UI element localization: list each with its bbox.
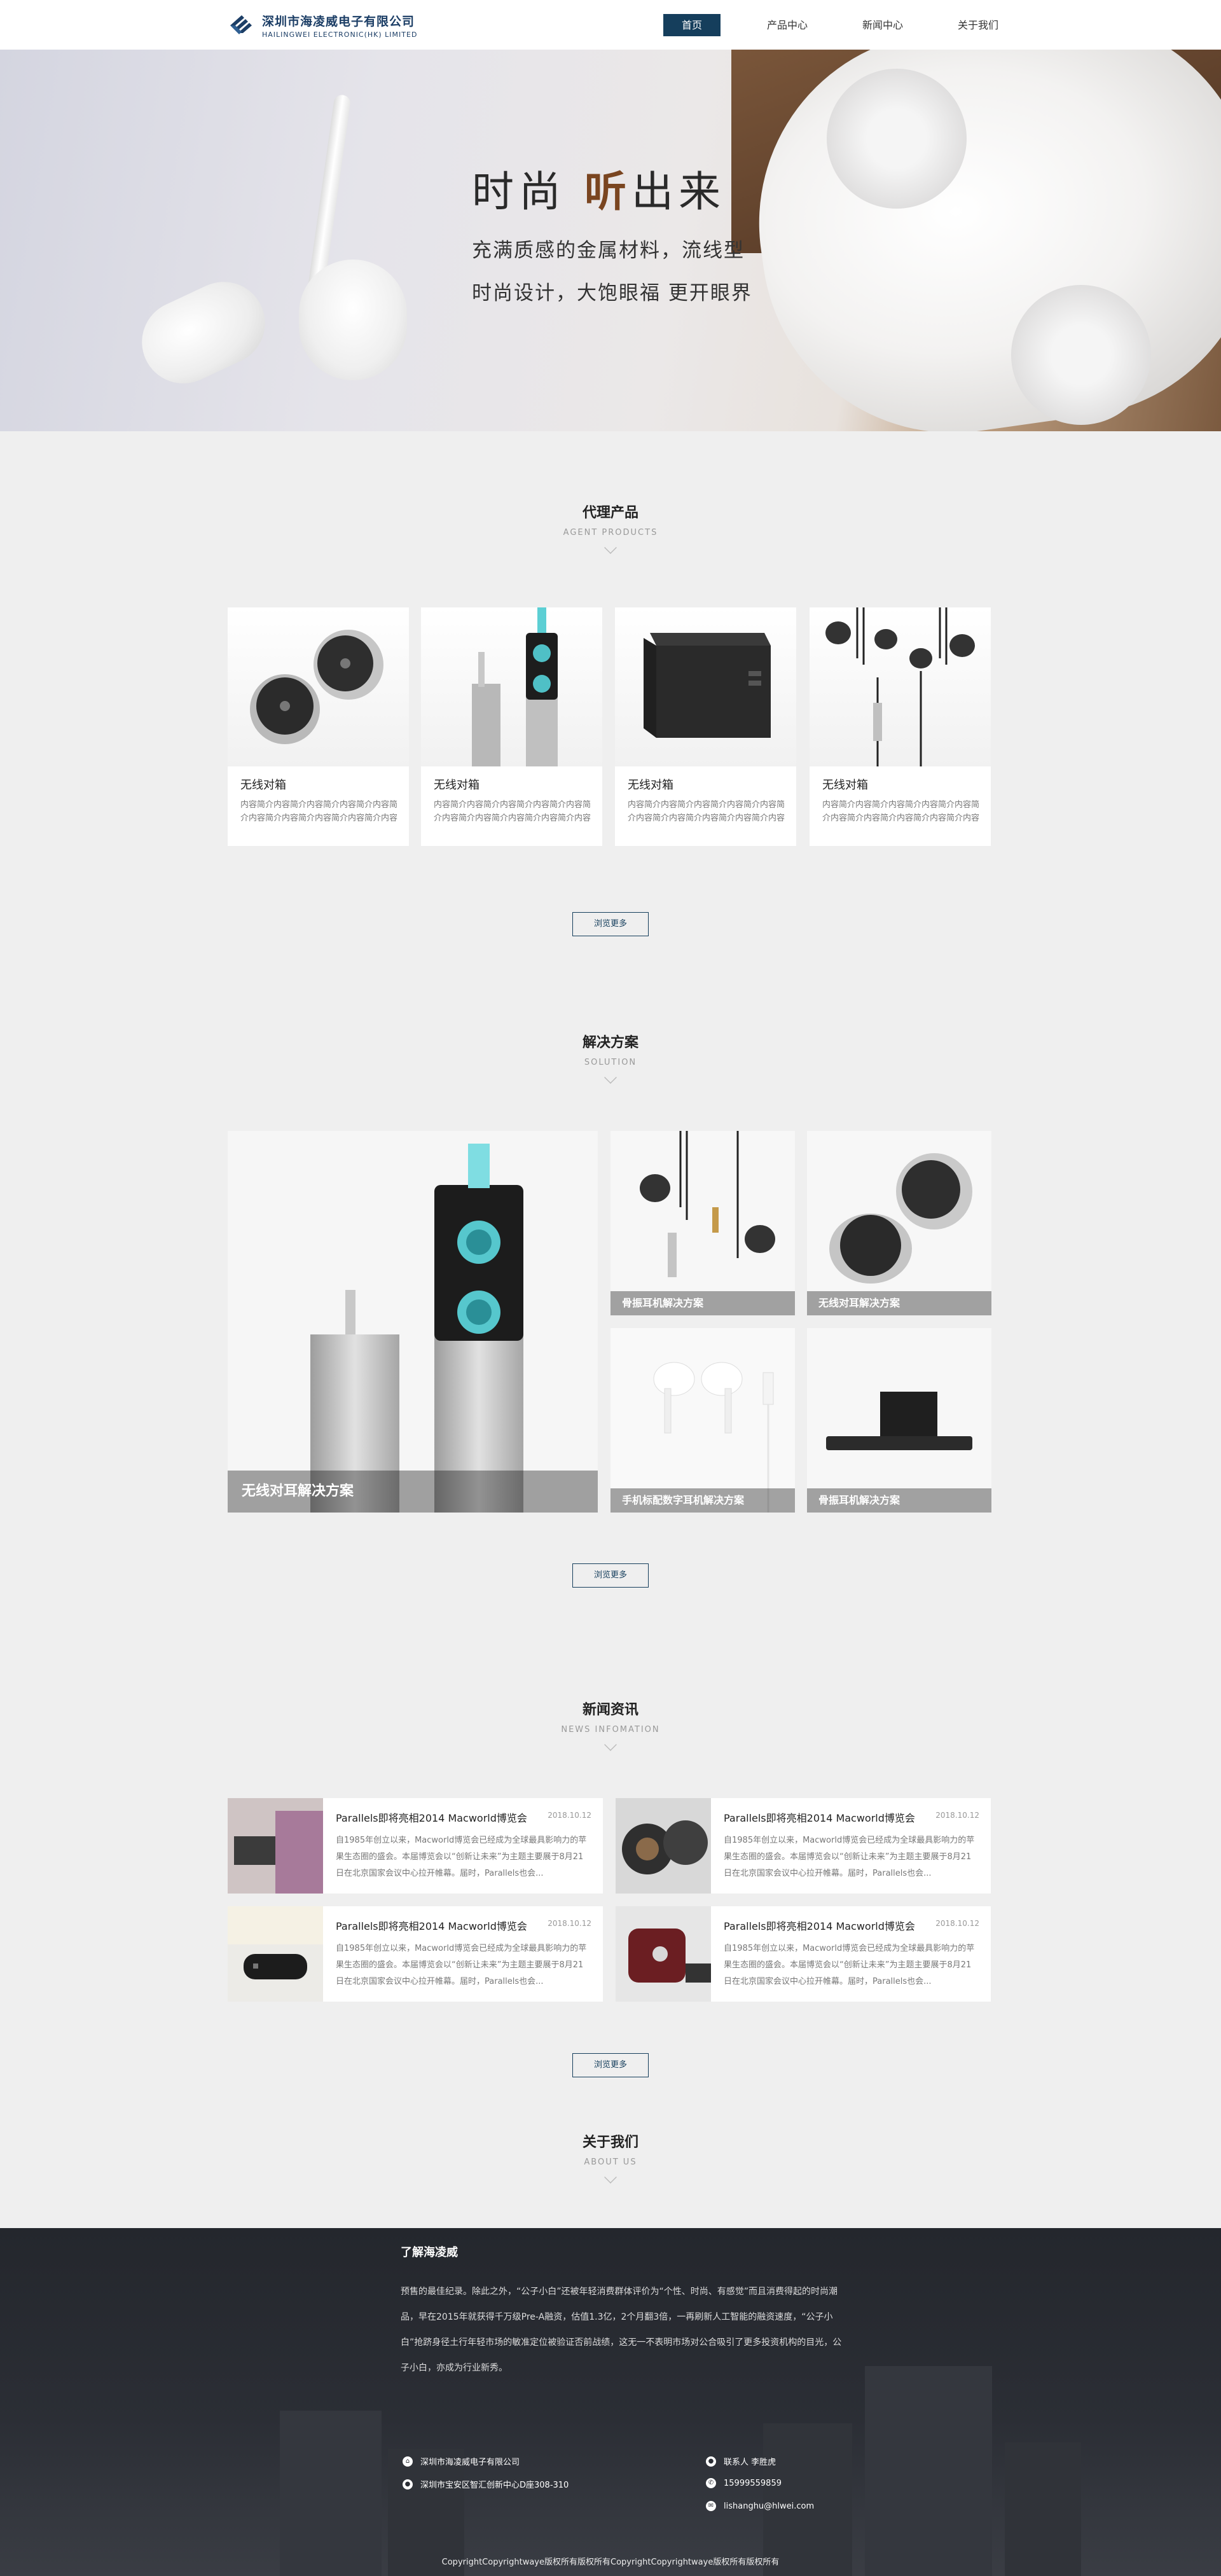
user-icon: ● bbox=[706, 2456, 716, 2467]
hero-earbud-image bbox=[299, 260, 407, 380]
logo-icon bbox=[228, 13, 256, 38]
product-card[interactable]: 无线对箱 内容简介内容简介内容简介内容简介内容简介内容简介内容简介内容简介内容简… bbox=[421, 607, 602, 846]
nav-news[interactable]: 新闻中心 bbox=[854, 14, 911, 36]
chevron-down-icon bbox=[604, 2171, 617, 2184]
solution-tile[interactable]: 骨振耳机解决方案 bbox=[807, 1328, 991, 1513]
news-title: Parallels即将亮相2014 Macworld博览会 bbox=[336, 1920, 527, 1932]
solution-tile[interactable]: 骨振耳机解决方案 bbox=[610, 1131, 795, 1315]
news-summary: 自1985年创立以来，Macworld博览会已经成为全球最具影响力的苹果生态圈的… bbox=[336, 1944, 587, 1986]
product-card[interactable]: 无线对箱 内容简介内容简介内容简介内容简介内容简介内容简介内容简介内容简介内容简… bbox=[810, 607, 991, 846]
news-title: Parallels即将亮相2014 Macworld博览会 bbox=[336, 1812, 527, 1824]
product-title: 无线对箱 bbox=[240, 779, 286, 792]
solution-caption: 骨振耳机解决方案 bbox=[610, 1291, 795, 1315]
nav-products[interactable]: 产品中心 bbox=[759, 14, 816, 36]
solution-tile[interactable]: 无线对耳解决方案 bbox=[807, 1131, 991, 1315]
footer-email[interactable]: ✉ lishanghu@hlwei.com bbox=[706, 2501, 814, 2511]
solution-tile-large[interactable]: 无线对耳解决方案 bbox=[228, 1131, 598, 1513]
news-date: 2018.10.12 bbox=[935, 1811, 979, 1820]
product-image bbox=[421, 607, 602, 766]
copyright: CopyrightCopyrightwaye版权所有版权所有CopyrightC… bbox=[441, 2558, 780, 2567]
footer-address: ● 深圳市宝安区智汇创新中心D座308-310 bbox=[403, 2478, 569, 2490]
site-header: 深圳市海凌威电子有限公司 HAILINGWEI ELECTRONIC(HK) L… bbox=[0, 0, 1221, 50]
email-icon: ✉ bbox=[706, 2501, 716, 2511]
solutions-more-button[interactable]: 浏览更多 bbox=[572, 1563, 649, 1588]
chevron-down-icon bbox=[604, 1738, 617, 1751]
product-title: 无线对箱 bbox=[822, 779, 868, 792]
news-summary: 自1985年创立以来，Macworld博览会已经成为全球最具影响力的苹果生态圈的… bbox=[336, 1836, 587, 1878]
product-description: 内容简介内容简介内容简介内容简介内容简介内容简介内容简介内容简介内容简介内容简介… bbox=[628, 800, 785, 823]
solution-caption: 手机标配数字耳机解决方案 bbox=[610, 1488, 795, 1513]
solution-caption: 无线对耳解决方案 bbox=[807, 1291, 991, 1315]
news-thumbnail bbox=[228, 1906, 323, 2002]
solutions-heading: 解决方案 SOLUTION bbox=[0, 1031, 1221, 1084]
footer-title: 了解海凌威 bbox=[401, 2246, 458, 2259]
product-image bbox=[228, 607, 409, 766]
news-date: 2018.10.12 bbox=[548, 1811, 591, 1820]
footer-company: ⌂ 深圳市海凌威电子有限公司 bbox=[403, 2455, 520, 2467]
footer-about-text: 预售的最佳纪录。除此之外，“公子小白”还被年轻消费群体评价为“个性、时尚、有感觉… bbox=[401, 2287, 842, 2373]
location-pin-icon: ● bbox=[403, 2479, 413, 2489]
news-title: Parallels即将亮相2014 Macworld博览会 bbox=[724, 1920, 915, 1932]
footer-contact: ● 联系人 李胜虎 bbox=[706, 2455, 776, 2467]
news-thumbnail bbox=[616, 1798, 711, 1894]
news-item[interactable]: Parallels即将亮相2014 Macworld博览会 2018.10.12… bbox=[228, 1906, 603, 2002]
product-image bbox=[810, 607, 991, 766]
product-description: 内容简介内容简介内容简介内容简介内容简介内容简介内容简介内容简介内容简介内容简介… bbox=[434, 800, 591, 823]
site-footer: 了解海凌威 预售的最佳纪录。除此之外，“公子小白”还被年轻消费群体评价为“个性、… bbox=[0, 2228, 1221, 2576]
logo-english: HAILINGWEI ELECTRONIC(HK) LIMITED bbox=[262, 31, 418, 39]
news-date: 2018.10.12 bbox=[935, 1919, 979, 1928]
hero-subtitle: 时尚设计，大饱眼福 更开眼界 bbox=[472, 282, 752, 305]
solution-caption: 骨振耳机解决方案 bbox=[807, 1488, 991, 1513]
news-heading: 新闻资讯 NEWS INFOMATION bbox=[0, 1698, 1221, 1751]
news-date: 2018.10.12 bbox=[548, 1919, 591, 1928]
news-title: Parallels即将亮相2014 Macworld博览会 bbox=[724, 1812, 915, 1824]
news-summary: 自1985年创立以来，Macworld博览会已经成为全球最具影响力的苹果生态圈的… bbox=[724, 1944, 975, 1986]
hero-title: 时尚 听出来 bbox=[472, 167, 726, 216]
nav-home[interactable]: 首页 bbox=[663, 14, 721, 36]
news-thumbnail bbox=[228, 1798, 323, 1894]
solution-caption: 无线对耳解决方案 bbox=[228, 1471, 598, 1513]
phone-icon: ✆ bbox=[706, 2478, 716, 2488]
product-description: 内容简介内容简介内容简介内容简介内容简介内容简介内容简介内容简介内容简介内容简介… bbox=[240, 800, 398, 823]
home-icon: ⌂ bbox=[403, 2456, 413, 2467]
solution-tile[interactable]: 手机标配数字耳机解决方案 bbox=[610, 1328, 795, 1513]
product-card[interactable]: 无线对箱 内容简介内容简介内容简介内容简介内容简介内容简介内容简介内容简介内容简… bbox=[615, 607, 796, 846]
product-description: 内容简介内容简介内容简介内容简介内容简介内容简介内容简介内容简介内容简介内容简介… bbox=[822, 800, 980, 823]
hero-banner: 时尚 听出来 充满质感的金属材料，流线型 时尚设计，大饱眼福 更开眼界 bbox=[0, 50, 1221, 431]
main-nav: 首页 产品中心 新闻中心 关于我们 bbox=[663, 14, 1007, 36]
news-summary: 自1985年创立以来，Macworld博览会已经成为全球最具影响力的苹果生态圈的… bbox=[724, 1836, 975, 1878]
news-item[interactable]: Parallels即将亮相2014 Macworld博览会 2018.10.12… bbox=[616, 1906, 991, 2002]
hero-earbud-image bbox=[128, 268, 279, 398]
products-heading: 代理产品 AGENT PRODUCTS bbox=[0, 501, 1221, 554]
footer-phone[interactable]: ✆ 15999559859 bbox=[706, 2478, 782, 2488]
news-thumbnail bbox=[616, 1906, 711, 2002]
product-title: 无线对箱 bbox=[628, 779, 673, 792]
chevron-down-icon bbox=[604, 541, 617, 554]
products-more-button[interactable]: 浏览更多 bbox=[572, 912, 649, 936]
logo[interactable]: 深圳市海凌威电子有限公司 HAILINGWEI ELECTRONIC(HK) L… bbox=[228, 13, 418, 39]
news-item[interactable]: Parallels即将亮相2014 Macworld博览会 2018.10.12… bbox=[616, 1798, 991, 1894]
chevron-down-icon bbox=[604, 1071, 617, 1084]
logo-name: 深圳市海凌威电子有限公司 bbox=[262, 15, 415, 29]
about-heading: 关于我们 ABOUT US bbox=[0, 2131, 1221, 2184]
product-image bbox=[615, 607, 796, 766]
news-item[interactable]: Parallels即将亮相2014 Macworld博览会 2018.10.12… bbox=[228, 1798, 603, 1894]
news-more-button[interactable]: 浏览更多 bbox=[572, 2053, 649, 2077]
nav-about[interactable]: 关于我们 bbox=[949, 14, 1007, 36]
hero-subtitle: 充满质感的金属材料，流线型 bbox=[472, 239, 745, 262]
product-title: 无线对箱 bbox=[434, 779, 479, 792]
product-card[interactable]: 无线对箱 内容简介内容简介内容简介内容简介内容简介内容简介内容简介内容简介内容简… bbox=[228, 607, 409, 846]
